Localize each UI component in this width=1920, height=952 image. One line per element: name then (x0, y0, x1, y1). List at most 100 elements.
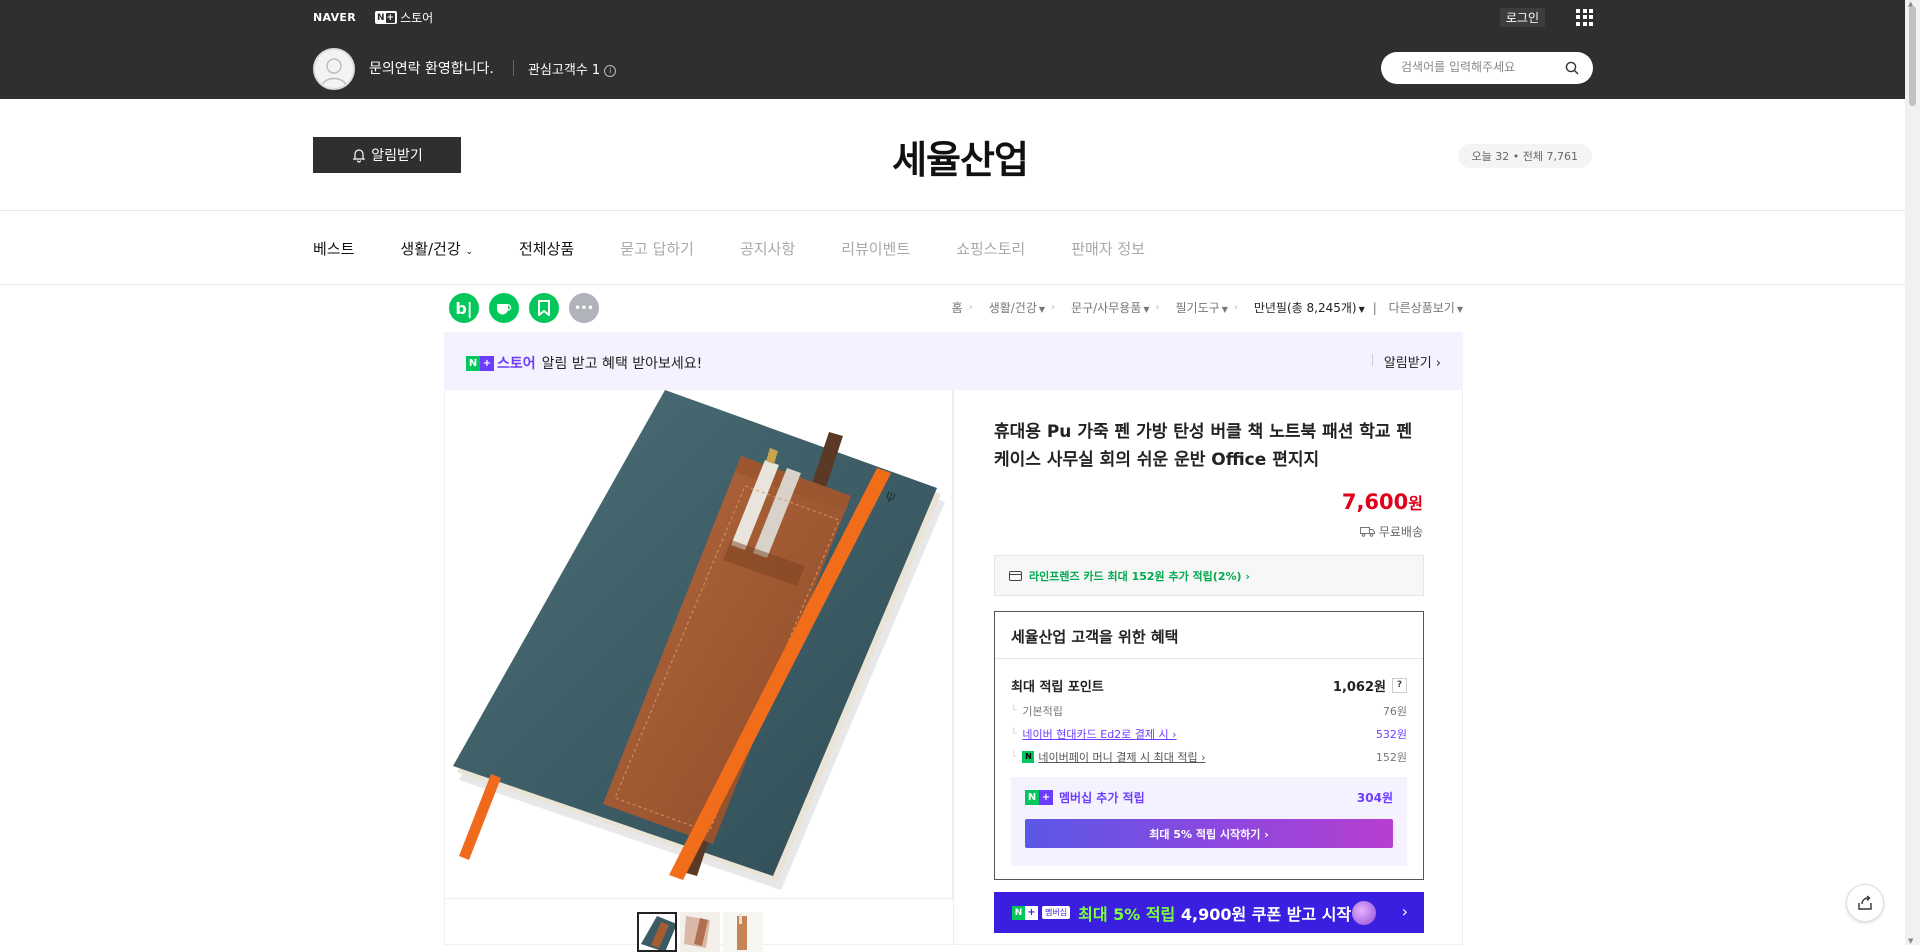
nstore-badge: N + (375, 11, 398, 24)
max-point-label: 최대 적립 포인트 (1011, 680, 1104, 695)
breadcrumb-label: 만년필(총 8,245개) (1253, 301, 1357, 315)
npay-point-label: N 네이버페이 머니 결제 시 최대 적립 › (1011, 749, 1205, 765)
card-point-link[interactable]: 네이버 현대카드 Ed2로 결제 시 › (1022, 726, 1176, 742)
nplus-badge-plus: + (480, 355, 494, 371)
npay-icon: N (1022, 751, 1035, 763)
nstore-badge-n: N (377, 12, 385, 23)
category-nav: 베스트 생활/건강 ⌄ 전체상품 묻고 답하기 공지사항 리뷰이벤트 쇼핑스토리… (313, 211, 1191, 285)
promo-tag-plus: + (1025, 905, 1038, 920)
cafe-icon (497, 304, 512, 315)
max-point-row: 최대 적립 포인트 1,062원 ? (1011, 676, 1407, 695)
thumbnail-list (637, 912, 766, 952)
breadcrumb-label: 생활/건강 (988, 301, 1037, 315)
npay-point-value: 152원 (1375, 751, 1407, 764)
nav-item-seller-info[interactable]: 판매자 정보 (1071, 238, 1145, 259)
breadcrumb-label: 다른상품보기 (1388, 301, 1455, 315)
nav-item-living[interactable]: 생활/건강 ⌄ (400, 238, 473, 259)
membership-label-text: 멤버십 추가 적립 (1059, 791, 1145, 805)
card-benefit-link[interactable]: 라인프렌즈 카드 최대 152원 추가 적립(2%) › (994, 555, 1424, 596)
store-name[interactable]: 세율산업 (0, 129, 1920, 184)
login-button[interactable]: 로그인 (1499, 8, 1545, 27)
scrollbar[interactable]: ▲ ▼ (1905, 0, 1920, 945)
nav-item-qna[interactable]: 묻고 답하기 (620, 238, 694, 259)
breadcrumb-item-2[interactable]: 문구/사무용품 ▼ (1063, 299, 1149, 316)
interest-count: 관심고객수 1i (528, 59, 617, 78)
nplus-badge-plus: + (1039, 790, 1053, 805)
search-input[interactable] (1401, 60, 1561, 74)
search-icon[interactable] (1565, 61, 1579, 75)
npay-point-row[interactable]: N 네이버페이 머니 결제 시 최대 적립 › 152원 (1011, 749, 1407, 765)
profile-row: 문의연락 환영합니다. 관심고객수 1i (313, 34, 1593, 99)
help-icon[interactable]: ? (1392, 678, 1407, 693)
thumbnail[interactable] (637, 912, 677, 952)
nav-item-all-products[interactable]: 전체상품 (519, 238, 574, 259)
bookmark-icon (538, 300, 550, 316)
info-icon[interactable]: i (604, 64, 617, 77)
breadcrumb-arrow: › (1233, 302, 1238, 313)
product-title: 휴대용 Pu 가죽 펜 가방 탄성 버클 책 노트북 패션 학교 펜 케이스 사… (994, 422, 1413, 470)
bookmark-share-icon[interactable] (529, 293, 559, 323)
scroll-thumb[interactable] (1909, 6, 1916, 106)
apps-icon[interactable] (1576, 9, 1593, 26)
card-point-row[interactable]: 네이버 현대카드 Ed2로 결제 시 › 532원 (1011, 726, 1407, 742)
nplus-badge: N + (466, 355, 494, 371)
caret-down-icon: ▼ (1038, 305, 1046, 314)
nav-item-shopping-story[interactable]: 쇼핑스토리 (956, 238, 1025, 259)
thumbnail-image (723, 912, 763, 952)
promo-text: 최대 5% 적립 4,900원 쿠폰 받고 시작 (1078, 901, 1351, 925)
benefit-box: 세율산업 고객을 위한 혜택 최대 적립 포인트 1,062원 ? 기본적립 7… (994, 611, 1424, 880)
promo-highlight: 최대 5% 적립 (1078, 904, 1176, 924)
price-value: 7,600 (1341, 490, 1409, 514)
avatar[interactable] (313, 48, 355, 90)
blog-share-icon[interactable]: b| (449, 293, 479, 323)
visitor-count: 오늘 32 • 전체 7,761 (1457, 144, 1592, 168)
nstore-label: 스토어 (400, 11, 434, 25)
card-point-label: 네이버 현대카드 Ed2로 결제 시 › (1011, 726, 1176, 742)
nav-item-notice[interactable]: 공지사항 (740, 238, 795, 259)
membership-box: N + 멤버십 추가 적립 304원 최대 5% 적립 시작하기 › (1011, 777, 1407, 866)
caret-down-icon: ▼ (1358, 305, 1365, 314)
membership-tag: N + 멤버십 (1012, 905, 1071, 920)
thumbnail[interactable] (723, 912, 763, 952)
nplus-badge-n: N (1025, 790, 1039, 805)
product-image[interactable]: ψ (445, 390, 953, 898)
welcome-text: 문의연락 환영합니다. (369, 61, 494, 77)
membership-row: N + 멤버십 추가 적립 304원 (1025, 789, 1393, 806)
breadcrumb-label: 문구/사무용품 (1071, 301, 1142, 315)
breadcrumb-item-1[interactable]: 생활/건강 ▼ (981, 299, 1045, 316)
naver-logo[interactable]: NAVER (313, 11, 356, 24)
membership-promo-banner[interactable]: N + 멤버십 최대 5% 적립 4,900원 쿠폰 받고 시작 › (994, 892, 1424, 933)
notice-logo: N + 스토어 알림 받고 혜택 받아보세요! (466, 353, 702, 373)
more-share-icon[interactable]: ••• (569, 293, 599, 323)
breadcrumb-other-products[interactable]: | 다른상품보기 ▼ (1373, 299, 1463, 316)
nav-divider (0, 284, 1920, 285)
npay-point-link[interactable]: 네이버페이 머니 결제 시 최대 적립 › (1038, 749, 1205, 765)
breadcrumb-home[interactable]: 홈 (952, 299, 963, 316)
cafe-share-icon[interactable] (489, 293, 519, 323)
nstore-logo[interactable]: N + 스토어 (375, 9, 433, 26)
search-box[interactable] (1381, 52, 1593, 84)
scroll-down-icon[interactable]: ▼ (1908, 937, 1913, 945)
caret-down-icon: ▼ (1143, 305, 1150, 314)
product-area: ψ 휴대용 Pu 가죽 펜 가방 탄성 버클 책 노트북 패션 학교 펜 케이스… (444, 390, 1463, 952)
benefit-divider (995, 658, 1423, 659)
thumbnail-image (680, 912, 720, 952)
thumbnail-image (639, 914, 675, 950)
breadcrumb-item-3[interactable]: 필기도구 ▼ (1168, 299, 1228, 316)
store-header: 알림받기 세율산업 오늘 32 • 전체 7,761 (0, 99, 1920, 211)
notice-store: 스토어 (497, 356, 536, 372)
membership-start-button[interactable]: 최대 5% 적립 시작하기 › (1025, 819, 1393, 848)
breadcrumb: 홈 › 생활/건강 ▼ › 문구/사무용품 ▼ › 필기도구 ▼ › 만년필(총 8,… (944, 299, 1463, 316)
card-icon (1009, 570, 1022, 581)
breadcrumb-item-4[interactable]: 만년필(총 8,245개) ▼ (1246, 299, 1365, 316)
share-button[interactable] (1846, 884, 1884, 922)
share-icon (1858, 895, 1872, 910)
breadcrumb-arrow: › (1051, 302, 1056, 313)
notebook-image: ψ (445, 390, 952, 898)
membership-value: 304원 (1356, 791, 1393, 805)
notice-alarm-link[interactable]: 알림받기 › (1371, 352, 1441, 371)
nplus-badge: N + (1025, 790, 1053, 805)
thumbnail[interactable] (680, 912, 720, 952)
nav-item-best[interactable]: 베스트 (313, 238, 354, 259)
nav-item-review-event[interactable]: 리뷰이벤트 (841, 238, 910, 259)
